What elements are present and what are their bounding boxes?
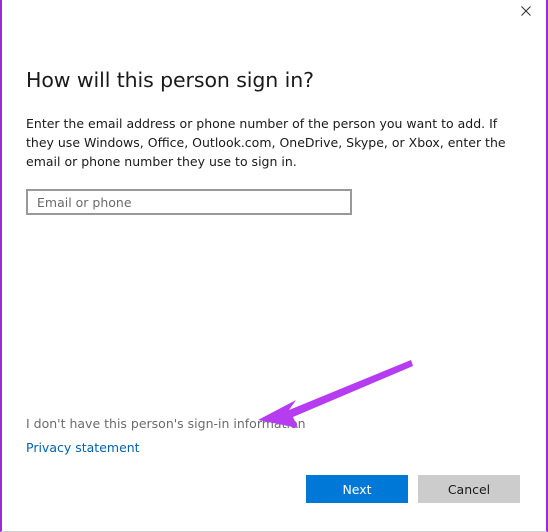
arrow-annotation-icon xyxy=(258,360,413,428)
dialog-title: How will this person sign in? xyxy=(26,68,314,92)
next-button[interactable]: Next xyxy=(306,475,408,503)
privacy-statement-link[interactable]: Privacy statement xyxy=(26,440,140,455)
add-user-dialog: How will this person sign in? Enter the … xyxy=(0,0,548,532)
cancel-button[interactable]: Cancel xyxy=(418,475,520,503)
dialog-description: Enter the email address or phone number … xyxy=(26,116,506,169)
close-button[interactable] xyxy=(512,0,540,22)
email-or-phone-input[interactable] xyxy=(26,189,352,215)
close-icon xyxy=(521,6,531,16)
